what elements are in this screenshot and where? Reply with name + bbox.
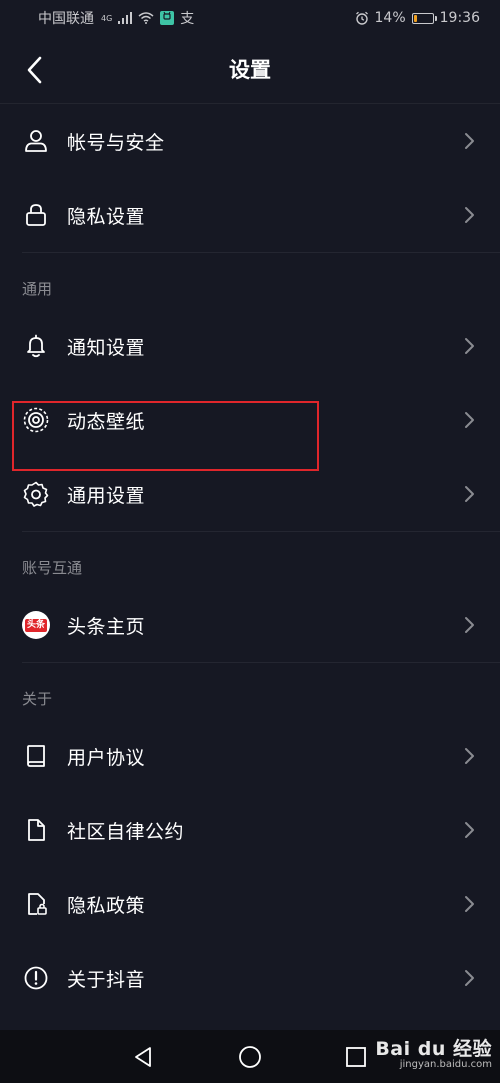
nav-recents-button[interactable] bbox=[343, 1044, 369, 1070]
page-title: 设置 bbox=[229, 58, 271, 82]
settings-row-label: 头条主页 bbox=[67, 615, 146, 638]
app-notification-icon bbox=[160, 11, 175, 25]
document-icon bbox=[22, 816, 50, 844]
alarm-icon bbox=[355, 11, 368, 25]
settings-row-label: 关于抖音 bbox=[67, 968, 146, 991]
clock-time: 19:36 bbox=[439, 10, 480, 26]
privacy-policy-icon bbox=[22, 890, 50, 918]
settings-row-about-douyin[interactable]: 关于抖音 bbox=[0, 941, 500, 1015]
section-title-about: 关于 bbox=[22, 690, 53, 708]
alipay-icon: 支 bbox=[180, 11, 195, 27]
square-recents-icon bbox=[346, 1047, 366, 1067]
watermark-url: jingyan.baidu.com bbox=[399, 1059, 492, 1070]
signal-icon bbox=[118, 12, 133, 24]
baidu-watermark: Bai du 经验 jingyan.baidu.com bbox=[375, 1034, 492, 1070]
network-type: 4G bbox=[101, 13, 113, 23]
settings-row-label: 社区自律公约 bbox=[67, 820, 185, 843]
lock-icon bbox=[22, 201, 50, 229]
settings-row-privacy[interactable]: 隐私设置 bbox=[0, 178, 500, 252]
chevron-right-icon bbox=[465, 338, 474, 354]
settings-row-notifications[interactable]: 通知设置 bbox=[0, 309, 500, 383]
chevron-right-icon bbox=[465, 822, 474, 838]
toutiao-logo: 头条 bbox=[22, 611, 50, 639]
settings-row-general[interactable]: 通用设置 bbox=[0, 457, 500, 531]
settings-row-label: 通用设置 bbox=[67, 484, 146, 507]
section-title-account-link: 账号互通 bbox=[22, 559, 83, 577]
battery-percent: 14% bbox=[374, 10, 406, 26]
settings-row-label: 用户协议 bbox=[67, 746, 146, 769]
settings-list: 帐号与安全 隐私设置 通用 通知设置 动态壁纸 通用设置 账号互通 头条 头条主… bbox=[0, 104, 500, 1015]
info-icon bbox=[22, 964, 50, 992]
user-icon bbox=[22, 127, 50, 155]
section-title-general: 通用 bbox=[22, 280, 53, 298]
nav-header: 设置 bbox=[0, 36, 500, 104]
settings-row-account-security[interactable]: 帐号与安全 bbox=[0, 104, 500, 178]
settings-row-community-guidelines[interactable]: 社区自律公约 bbox=[0, 793, 500, 867]
gear-icon bbox=[22, 480, 50, 508]
settings-row-label: 帐号与安全 bbox=[67, 131, 165, 154]
status-right: 14% 19:36 bbox=[355, 10, 480, 26]
chevron-right-icon bbox=[465, 486, 474, 502]
wifi-icon bbox=[138, 12, 154, 24]
chevron-right-icon bbox=[465, 207, 474, 223]
chevron-right-icon bbox=[465, 617, 474, 633]
book-icon bbox=[22, 742, 50, 770]
settings-row-label: 动态壁纸 bbox=[67, 410, 146, 433]
triangle-back-icon bbox=[135, 1047, 151, 1067]
toutiao-logo-badge: 头条 bbox=[22, 611, 50, 639]
settings-row-live-wallpaper[interactable]: 动态壁纸 bbox=[0, 383, 500, 457]
settings-row-label: 隐私政策 bbox=[67, 894, 146, 917]
settings-row-toutiao-home[interactable]: 头条 头条主页 bbox=[0, 588, 500, 662]
chevron-right-icon bbox=[465, 970, 474, 986]
status-bar: 中国联通 4G 支 14% 19:36 bbox=[0, 0, 500, 36]
bell-icon bbox=[22, 332, 50, 360]
wallpaper-icon bbox=[22, 406, 50, 434]
settings-row-label: 隐私设置 bbox=[67, 205, 146, 228]
nav-home-button[interactable] bbox=[237, 1044, 263, 1070]
carrier-name: 中国联通 bbox=[38, 11, 94, 27]
watermark-logo: Bai du 经验 bbox=[375, 1038, 492, 1060]
chevron-right-icon bbox=[465, 748, 474, 764]
battery-fill bbox=[413, 14, 417, 22]
chevron-right-icon bbox=[465, 133, 474, 149]
nav-back-button[interactable] bbox=[130, 1044, 156, 1070]
battery-icon bbox=[411, 12, 437, 24]
settings-row-privacy-policy[interactable]: 隐私政策 bbox=[0, 867, 500, 941]
settings-row-label: 通知设置 bbox=[67, 336, 146, 359]
settings-row-user-agreement[interactable]: 用户协议 bbox=[0, 719, 500, 793]
chevron-right-icon bbox=[465, 896, 474, 912]
toutiao-logo-text: 头条 bbox=[24, 618, 47, 632]
chevron-right-icon bbox=[465, 412, 474, 428]
circle-home-icon bbox=[239, 1046, 261, 1068]
status-left: 中国联通 4G 支 bbox=[38, 8, 194, 28]
